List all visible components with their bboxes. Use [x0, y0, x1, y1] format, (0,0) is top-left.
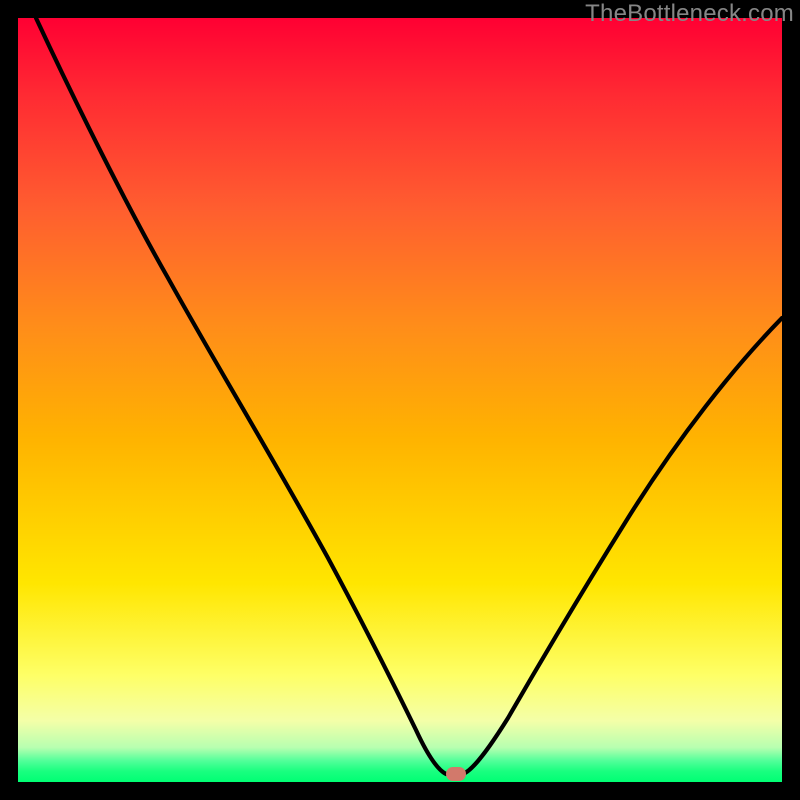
optimum-marker	[446, 767, 466, 781]
curve-svg	[18, 18, 782, 782]
plot-area	[18, 18, 782, 782]
bottleneck-curve	[36, 18, 782, 774]
watermark-text: TheBottleneck.com	[585, 0, 794, 28]
chart-frame: TheBottleneck.com	[0, 0, 800, 800]
